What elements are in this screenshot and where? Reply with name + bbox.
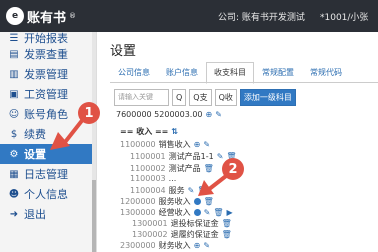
calendar-icon: ▦ — [9, 168, 19, 180]
table-row: 1100002 测试产品 🗑 — [130, 164, 214, 173]
search-input[interactable]: 请输入关键 — [114, 89, 169, 106]
table-row: 1100004 服务 ✎ 🗑 — [130, 186, 208, 195]
sidebar-item-invoice-manage[interactable]: ▥ 发票管理 — [0, 64, 96, 84]
edit-icon[interactable]: ✎ — [203, 140, 210, 149]
sidebar-scroll-thumb[interactable] — [92, 180, 96, 252]
top-bar: e 账有书 ® 公司: 账有书开发测试 *1001/小张 — [0, 0, 378, 32]
table-row: 1100000 销售收入 ⊕ ✎ — [120, 140, 211, 149]
search-expense-button[interactable]: Q支 — [189, 89, 212, 106]
registered-mark: ® — [69, 12, 77, 20]
sidebar-item-settings[interactable]: ⚙ 设置 — [0, 144, 96, 164]
page-title: 设置 — [110, 44, 137, 59]
search-button[interactable]: Q — [172, 89, 187, 106]
add-icon[interactable]: ⊕ — [206, 110, 213, 119]
table-row: 1200000 服务收入 🗑 — [120, 197, 214, 206]
delete-icon[interactable]: 🗑 — [197, 186, 207, 195]
table-row: 1100003 ... — [130, 174, 177, 183]
table-row: 1300002 退履约保证金 🗑 — [132, 230, 232, 239]
sidebar-item-reports[interactable]: ☰ 开始报表 — [0, 32, 96, 45]
edit-icon[interactable]: ✎ — [215, 110, 222, 119]
sidebar-item-renew[interactable]: $ 续费 — [0, 124, 96, 144]
person-icon: ☻ — [8, 188, 20, 200]
table-row: 7600000 5200003.00 ⊕ ✎ — [116, 110, 222, 119]
exit-icon: ➜ — [9, 208, 19, 220]
user-icon: ☺ — [8, 108, 20, 120]
annotation-marker-1: 1 — [78, 102, 100, 124]
search-income-button[interactable]: Q收 — [214, 89, 237, 106]
delete-icon[interactable]: 🗑 — [204, 164, 214, 173]
barcode-icon: ▥ — [9, 68, 19, 80]
add-top-level-subject-button[interactable]: 添加一级科目 — [239, 89, 296, 106]
user-label[interactable]: *1001/小张 — [320, 10, 368, 23]
delete-icon[interactable]: 🗑 — [222, 219, 232, 228]
delete-icon[interactable]: 🗑 — [204, 197, 214, 206]
tab-company-info[interactable]: 公司信息 — [110, 62, 158, 84]
annotation-marker-2: 2 — [222, 158, 244, 180]
add-child-icon[interactable] — [193, 198, 201, 205]
edit-icon[interactable]: ✎ — [203, 241, 210, 250]
delete-icon[interactable]: 🗑 — [222, 230, 232, 239]
gear-icon: ⚙ — [9, 148, 19, 160]
company-label[interactable]: 公司: 账有书开发测试 — [218, 10, 305, 23]
tab-general-code[interactable]: 常规代码 — [302, 62, 350, 84]
sidebar-item-payroll[interactable]: ▣ 工资管理 — [0, 84, 96, 104]
settings-tabs: 公司信息 账户信息 收支科目 常规配置 常规代码 — [110, 62, 350, 84]
dollar-icon: $ — [10, 128, 18, 140]
edit-icon[interactable]: ✎ — [204, 208, 211, 217]
edit-icon[interactable]: ✎ — [188, 186, 195, 195]
table-row: 1300001 退投标保证金 🗑 — [132, 219, 232, 228]
tab-general-config[interactable]: 常规配置 — [254, 62, 302, 84]
sidebar-item-profile[interactable]: ☻ 个人信息 — [0, 184, 96, 204]
tab-income-expense-subjects[interactable]: 收支科目 — [206, 62, 254, 84]
sidebar-item-logs[interactable]: ▦ 日志管理 — [0, 164, 96, 184]
add-icon[interactable]: ⊕ — [194, 241, 201, 250]
app-logo[interactable]: e 账有书 ® — [6, 6, 76, 26]
table-row: == 收入 == ⇅ — [120, 127, 179, 136]
wallet-icon: ▣ — [9, 88, 19, 100]
table-row: 2300000 财务收入 ⊕ ✎ — [120, 241, 211, 250]
edit-icon[interactable]: ✎ — [217, 152, 224, 161]
move-icon[interactable]: ▶ — [227, 208, 233, 217]
sidebar-item-invoice-check[interactable]: ▤ 发票查重 — [0, 44, 96, 64]
sort-icon[interactable]: ⇅ — [171, 127, 178, 136]
add-child-icon[interactable] — [193, 209, 201, 216]
delete-icon[interactable]: 🗑 — [213, 208, 223, 217]
subject-toolbar: 请输入关键 Q Q支 Q收 添加一级科目 — [114, 89, 296, 106]
list-icon: ☰ — [9, 32, 19, 44]
sidebar-item-logout[interactable]: ➜ 退出 — [0, 204, 96, 224]
table-row: 1100001 测试产品1-1 ✎ 🗑 — [130, 152, 237, 161]
logo-mark-icon: e — [6, 7, 24, 25]
app-name: 账有书 — [27, 10, 67, 26]
tab-account-info[interactable]: 账户信息 — [158, 62, 206, 84]
arrow-2-line — [206, 174, 228, 192]
table-row: 1300000 经营收入 ✎ 🗑 ▶ — [120, 208, 233, 217]
add-icon[interactable]: ⊕ — [194, 140, 201, 149]
invoice-icon: ▤ — [9, 48, 19, 60]
tab-divider — [110, 82, 378, 83]
